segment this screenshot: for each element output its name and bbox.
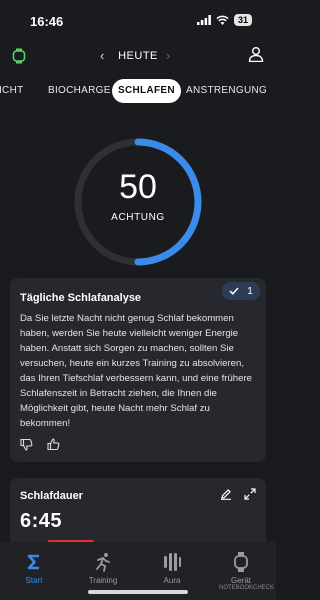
battery-indicator: 31	[233, 14, 252, 26]
top-nav: ‹ HEUTE ›	[0, 44, 276, 72]
status-icons: 31	[196, 14, 252, 26]
tab-bar: SICHT BIOCHARGE SCHLAFEN ANSTRENGUNG	[0, 79, 276, 103]
next-day-button[interactable]: ›	[166, 48, 170, 63]
sleep-score-label: ACHTUNG	[111, 212, 165, 223]
sleep-score-gauge[interactable]: 50 ACHTUNG	[70, 134, 206, 270]
analysis-badge[interactable]: 1	[222, 282, 260, 300]
check-icon	[229, 287, 239, 295]
sleep-duration-value: 6:45	[20, 510, 63, 532]
nav-geraet-label: Gerät	[230, 576, 251, 585]
tab-sicht[interactable]: SICHT	[0, 79, 24, 103]
duration-card-actions	[220, 488, 256, 500]
nav-start[interactable]: Start	[4, 542, 64, 585]
thumbs-up-icon[interactable]	[47, 438, 60, 451]
feedback-buttons	[20, 438, 60, 451]
date-label[interactable]: HEUTE	[118, 50, 158, 62]
tab-biocharge[interactable]: BIOCHARGE	[48, 79, 111, 103]
tab-schlafen[interactable]: SCHLAFEN	[112, 79, 181, 103]
expand-icon[interactable]	[244, 488, 256, 500]
edit-icon[interactable]	[220, 488, 232, 500]
analysis-card-title: Tägliche Schlafanalyse	[20, 292, 142, 304]
nav-aura[interactable]: Aura	[142, 542, 202, 585]
nav-start-label: Start	[25, 576, 43, 585]
nav-training-label: Training	[88, 576, 118, 585]
analysis-card-body: Da Sie letzte Nacht nicht genug Schlaf b…	[20, 313, 252, 429]
nav-training[interactable]: Training	[73, 542, 133, 585]
tab-anstrengung[interactable]: ANSTRENGUNG	[186, 79, 267, 103]
nav-geraet[interactable]: Gerät	[211, 542, 271, 585]
profile-icon[interactable]	[248, 46, 264, 62]
sigma-icon	[27, 554, 39, 570]
signal-icon	[196, 15, 211, 25]
watermark: NOTEBOOKCHECK	[218, 585, 274, 591]
thumbs-down-icon[interactable]	[20, 438, 33, 451]
runner-icon	[96, 553, 110, 572]
sleep-analysis-card[interactable]: Tägliche Schlafanalyse 1 Da Sie letzte N…	[10, 278, 266, 462]
nav-aura-label: Aura	[163, 576, 181, 585]
aura-icon	[164, 553, 181, 571]
home-indicator	[88, 590, 188, 594]
duration-card-title: Schlafdauer	[20, 490, 83, 502]
status-time: 16:46	[30, 14, 64, 29]
status-bar: 16:46 31	[0, 0, 276, 40]
sleep-score-value: 50	[119, 168, 157, 206]
wifi-icon	[216, 15, 229, 25]
badge-count: 1	[247, 285, 253, 297]
watch-icon	[234, 552, 248, 572]
